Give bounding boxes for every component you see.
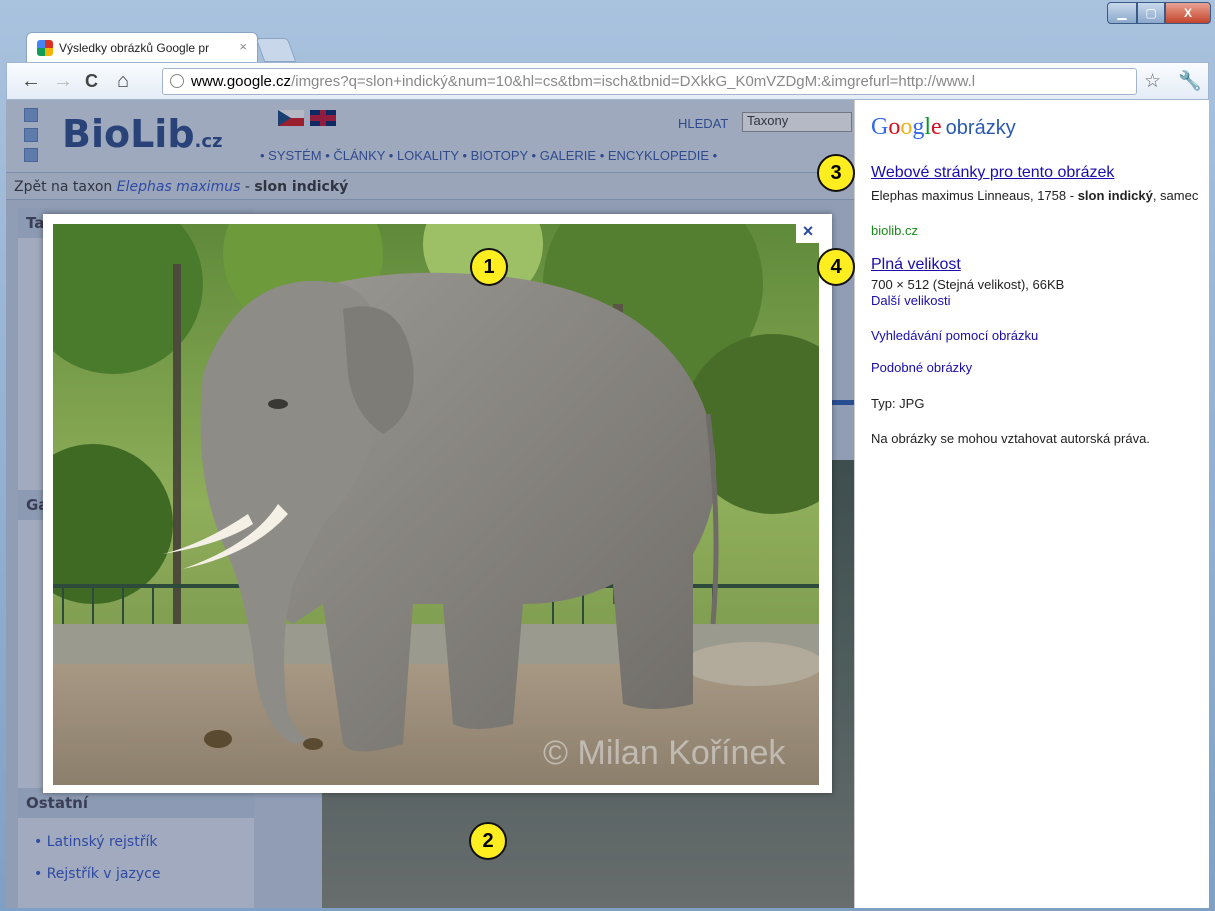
full-size-info: 700 × 512 (Stejná velikost), 66KB [871,277,1065,292]
home-icon[interactable]: ⌂ [117,70,129,93]
desc-bold: slon indický [1077,188,1153,203]
title-bar [0,0,1215,30]
url-host: www.google.cz [191,73,292,90]
elephant-illustration [53,224,819,785]
full-size-link[interactable]: Plná velikost [871,256,961,274]
logo-letter: G [871,114,889,140]
elephant-image[interactable]: © Milan Kořínek [53,224,819,785]
address-bar[interactable]: www.google.cz/imgres?q=slon+indický&num=… [162,68,1137,95]
browser-toolbar: ← → C ⌂ www.google.cz/imgres?q=slon+indi… [6,62,1209,100]
more-sizes-link[interactable]: Další velikosti [871,293,950,308]
tab-title: Výsledky obrázků Google pr [59,41,210,55]
google-info-panel: Google obrázky Webové stránky pro tento o… [854,100,1209,908]
bookmark-star-icon[interactable]: ☆ [1144,70,1161,93]
image-preview: © Milan Kořínek × [43,214,832,793]
logo-letter: e [931,114,942,140]
similar-images-link[interactable]: Podobné obrázky [871,360,972,375]
photo-watermark: © Milan Kořínek [543,734,786,772]
callout-3: 3 [817,154,855,192]
window-controls: ▁ ▢ X [1107,2,1211,24]
close-window-button[interactable]: X [1165,2,1211,24]
reload-icon[interactable]: C [85,71,98,92]
minimize-button[interactable]: ▁ [1107,2,1137,24]
callout-4: 4 [817,248,855,286]
page-viewport: BioLib.cz HLEDAT Taxony • SYSTÉM • ČLÁNK… [6,100,1209,908]
copyright-notice: Na obrázky se mohou vztahovat autorská p… [871,431,1150,446]
google-images-logo[interactable]: Google obrázky [871,114,1016,141]
tab-close-icon[interactable]: × [239,39,247,54]
globe-icon [170,74,184,88]
desc-part: Elephas maximus Linneaus, 1758 - [871,188,1078,203]
callout-1: 1 [470,248,508,286]
source-page-link[interactable]: Webové stránky pro tento obrázek [871,164,1114,182]
maximize-button[interactable]: ▢ [1137,2,1165,24]
image-type: Typ: JPG [871,396,925,411]
source-page-description: Elephas maximus Linneaus, 1758 - slon in… [871,188,1201,203]
logo-letter: l [924,114,932,140]
callout-2: 2 [469,822,507,860]
wrench-icon[interactable]: 🔧 [1178,69,1202,93]
google-favicon-icon [37,40,53,56]
logo-subtitle: obrázky [945,117,1016,139]
browser-window: ▁ ▢ X Výsledky obrázků Google pr × ← → C… [0,0,1215,911]
source-domain: biolib.cz [871,223,918,238]
forward-icon[interactable]: → [53,70,73,93]
close-preview-icon[interactable]: × [796,221,820,243]
new-tab-button[interactable] [255,38,297,62]
url-path: /imgres?q=slon+indický&num=10&hl=cs&tbm=… [291,73,976,90]
logo-letter: o [888,114,901,140]
logo-letter: o [900,114,913,140]
desc-part: , samec [1152,188,1199,203]
logo-letter: g [912,114,925,140]
search-by-image-link[interactable]: Vyhledávání pomocí obrázku [871,328,1038,343]
url-text: www.google.cz/imgres?q=slon+indický&num=… [191,73,1131,90]
back-icon[interactable]: ← [21,70,41,93]
browser-tab[interactable]: Výsledky obrázků Google pr × [26,32,258,62]
